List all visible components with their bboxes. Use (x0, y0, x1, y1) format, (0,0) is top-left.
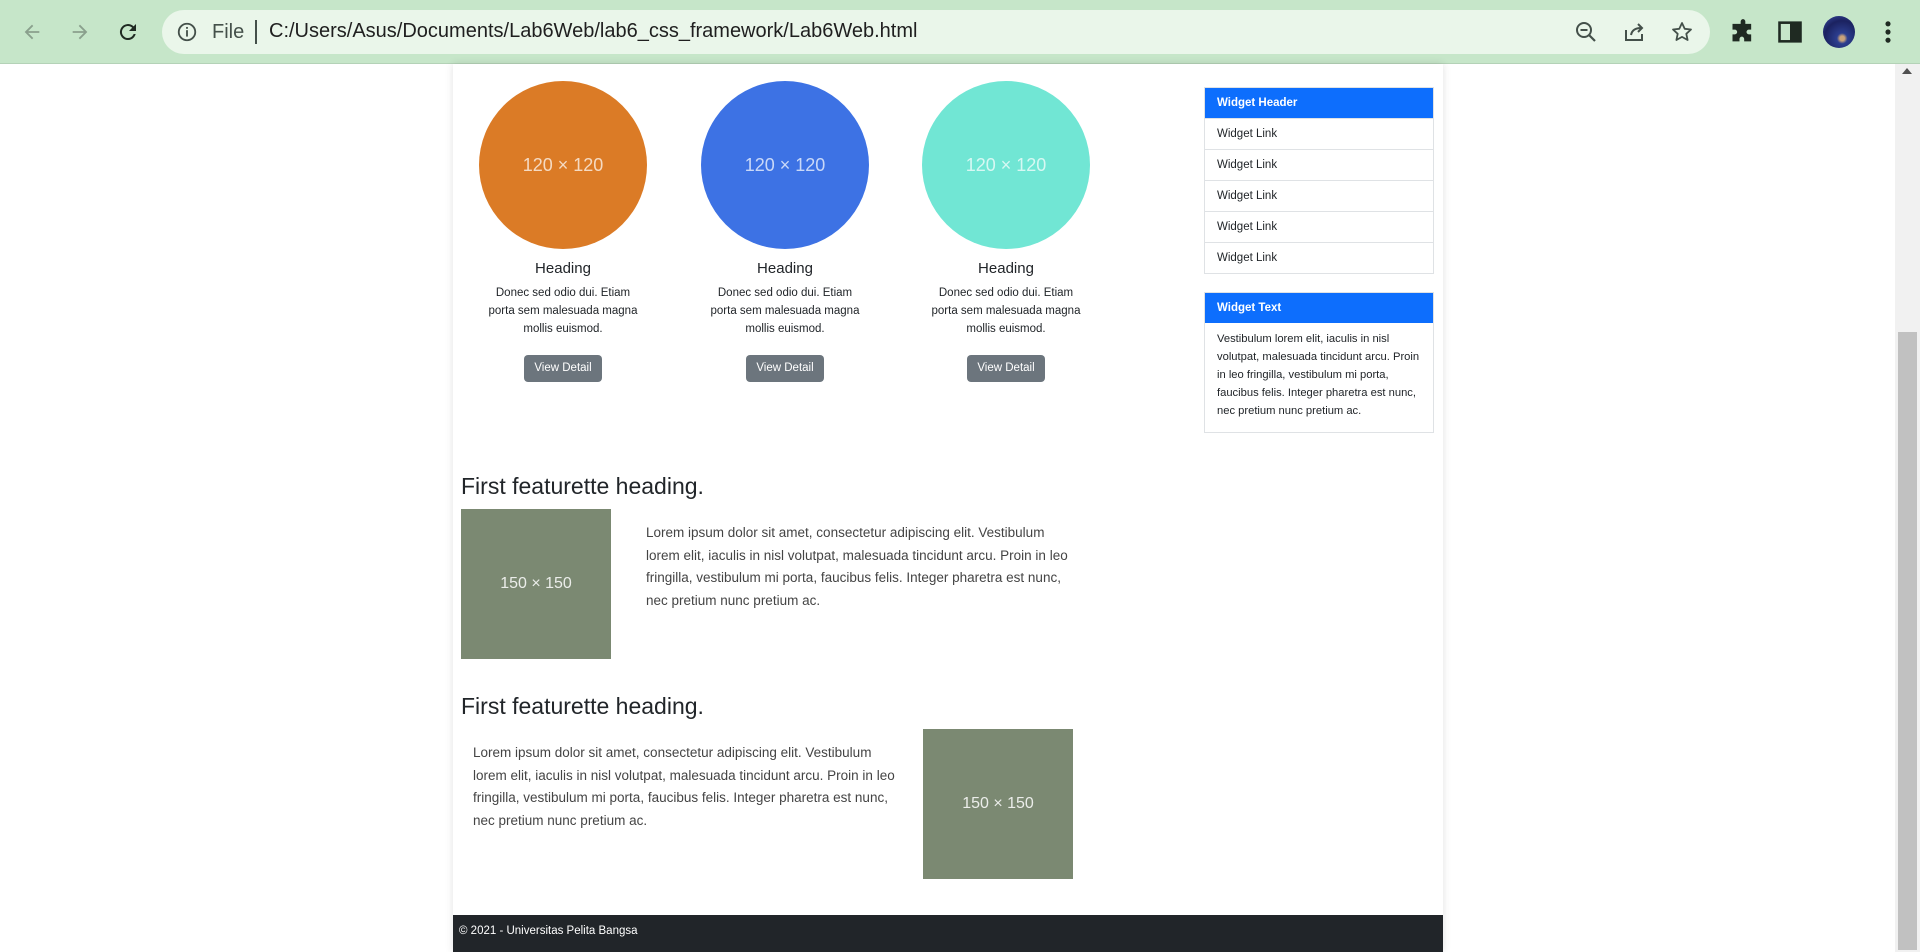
more-options-icon[interactable] (1874, 18, 1902, 46)
back-button[interactable] (12, 12, 52, 52)
featurette-image-placeholder: 150 × 150 (923, 729, 1073, 879)
address-divider (255, 20, 257, 44)
page-footer: © 2021 - Universitas Pelita Bangsa (453, 915, 1443, 952)
share-icon[interactable] (1622, 20, 1646, 44)
widget-link[interactable]: Widget Link (1205, 180, 1433, 211)
bookmark-star-icon[interactable] (1670, 20, 1694, 44)
arrow-right-icon (72, 24, 88, 40)
widget-text-header: Widget Text (1205, 293, 1433, 323)
file-scheme-label: File (212, 21, 245, 43)
widget-text: Widget Text Vestibulum lorem elit, iacul… (1204, 292, 1434, 433)
featurette-text: Lorem ipsum dolor sit amet, consectetur … (646, 525, 1068, 608)
reload-icon (119, 24, 136, 41)
zoom-out-icon[interactable] (1574, 20, 1598, 44)
card-image-placeholder: 120 × 120 (479, 81, 647, 249)
scroll-up-icon[interactable] (1902, 68, 1912, 74)
browser-toolbar: File C:/Users/Asus/Documents/Lab6Web/lab… (0, 0, 1920, 64)
view-detail-button[interactable]: View Detail (746, 355, 824, 382)
featurette-text: Lorem ipsum dolor sit amet, consectetur … (473, 745, 895, 828)
vertical-scrollbar[interactable] (1895, 64, 1920, 952)
featurette-image-placeholder: 150 × 150 (461, 509, 611, 659)
address-bar[interactable]: File C:/Users/Asus/Documents/Lab6Web/lab… (162, 10, 1710, 54)
card-image-placeholder: 120 × 120 (701, 81, 869, 249)
widget-links: Widget Header Widget Link Widget Link Wi… (1204, 87, 1434, 274)
card: 120 × 120 Heading Donec sed odio dui. Et… (468, 64, 658, 382)
widget-link[interactable]: Widget Link (1205, 149, 1433, 180)
page-viewport: 120 × 120 Heading Donec sed odio dui. Et… (0, 64, 1920, 952)
forward-button[interactable] (60, 12, 100, 52)
card-text: Donec sed odio dui. Etiam porta sem male… (931, 287, 1081, 335)
reload-button[interactable] (108, 12, 148, 52)
card-image-placeholder: 120 × 120 (922, 81, 1090, 249)
widget-text-body: Vestibulum lorem elit, iaculis in nisl v… (1217, 333, 1420, 417)
widget-link[interactable]: Widget Link (1205, 211, 1433, 242)
url-text[interactable]: C:/Users/Asus/Documents/Lab6Web/lab6_css… (269, 20, 917, 43)
card-text: Donec sed odio dui. Etiam porta sem male… (488, 287, 638, 335)
profile-avatar[interactable] (1823, 16, 1855, 48)
widget-link[interactable]: Widget Link (1205, 242, 1433, 273)
arrow-left-icon (24, 24, 40, 40)
view-detail-button[interactable]: View Detail (967, 355, 1045, 382)
featurette-heading: First featurette heading. (461, 473, 704, 499)
card-heading: Heading (757, 260, 813, 277)
card-heading: Heading (535, 260, 591, 277)
side-panel-icon[interactable] (1776, 18, 1804, 46)
page-container: 120 × 120 Heading Donec sed odio dui. Et… (453, 64, 1443, 952)
widget-header: Widget Header (1205, 88, 1433, 118)
info-icon[interactable] (176, 21, 198, 43)
card: 120 × 120 Heading Donec sed odio dui. Et… (911, 64, 1101, 382)
card: 120 × 120 Heading Donec sed odio dui. Et… (690, 64, 880, 382)
widget-link[interactable]: Widget Link (1205, 118, 1433, 149)
featurette-heading: First featurette heading. (461, 693, 704, 719)
card-heading: Heading (978, 260, 1034, 277)
scrollbar-thumb[interactable] (1898, 332, 1917, 950)
card-text: Donec sed odio dui. Etiam porta sem male… (710, 287, 860, 335)
extensions-icon[interactable] (1729, 18, 1757, 46)
view-detail-button[interactable]: View Detail (524, 355, 602, 382)
